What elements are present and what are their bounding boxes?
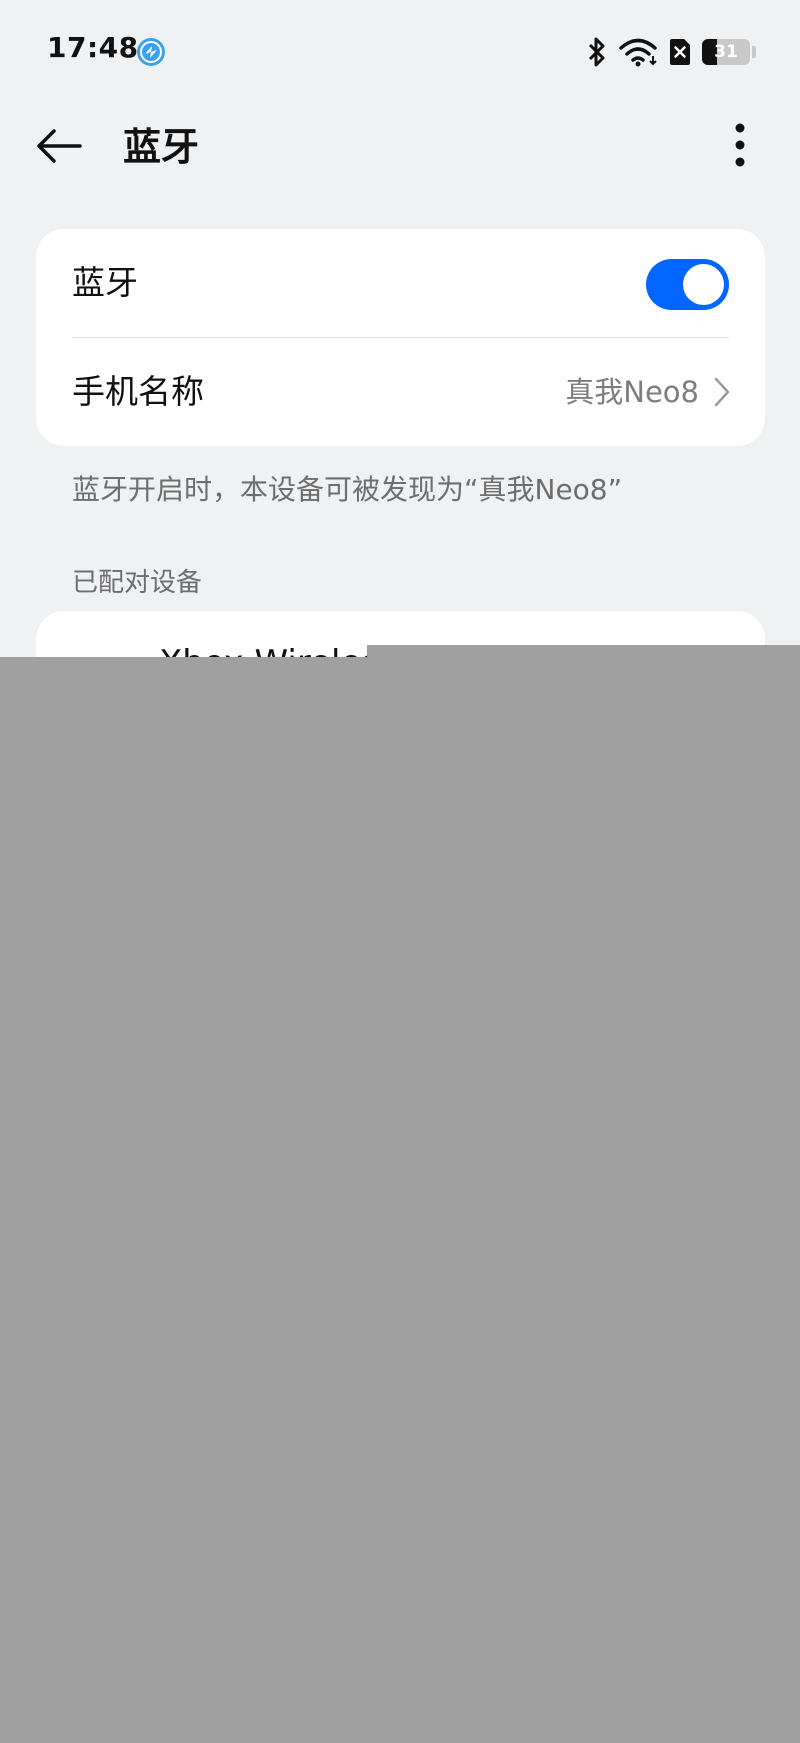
phone-name-label: 手机名称 bbox=[72, 372, 204, 411]
status-time: 17:48 bbox=[47, 31, 139, 64]
phone-name-row[interactable]: 手机名称 真我Neo8 bbox=[36, 338, 765, 446]
paired-devices-header: 已配对设备 bbox=[72, 568, 203, 598]
battery-level: 31 bbox=[714, 42, 738, 62]
status-icons: 31 bbox=[586, 34, 756, 70]
toggle-knob bbox=[683, 264, 724, 305]
bluetooth-toggle-row[interactable]: 蓝牙 bbox=[36, 229, 765, 337]
bluetooth-toggle-label: 蓝牙 bbox=[72, 263, 138, 302]
page-title: 蓝牙 bbox=[123, 125, 200, 169]
discoverable-hint: 蓝牙开启时，本设备可被发现为“真我Neo8” bbox=[72, 473, 623, 506]
status-bar: 17:48 31 bbox=[0, 0, 800, 104]
back-arrow-icon[interactable] bbox=[30, 115, 94, 179]
redacted-area bbox=[0, 657, 800, 1743]
wifi-icon bbox=[619, 38, 657, 67]
bluetooth-toggle-switch[interactable] bbox=[646, 259, 729, 310]
no-sim-icon bbox=[670, 39, 690, 65]
browser-badge-icon bbox=[137, 38, 165, 66]
battery-cap bbox=[752, 46, 756, 58]
phone-name-value: 真我Neo8 bbox=[565, 375, 699, 409]
more-vertical-icon[interactable] bbox=[724, 117, 756, 181]
bluetooth-icon bbox=[588, 37, 605, 67]
battery-indicator: 31 bbox=[702, 39, 750, 65]
bluetooth-settings-card: 蓝牙 手机名称 真我Neo8 bbox=[36, 229, 765, 446]
chevron-right-icon bbox=[714, 377, 730, 407]
